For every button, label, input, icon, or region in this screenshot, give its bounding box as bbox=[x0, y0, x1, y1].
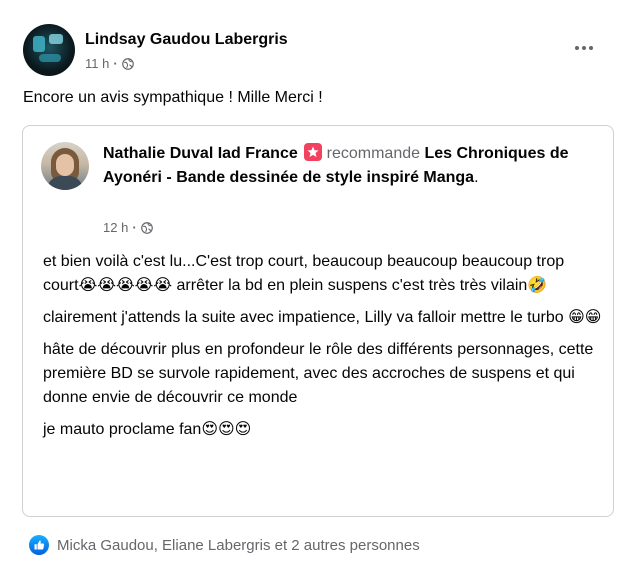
review-text: arrêter la bd en plein suspens c'est trè… bbox=[172, 277, 528, 294]
more-icon bbox=[575, 46, 579, 50]
reviewer-name[interactable]: Nathalie Duval Iad France bbox=[103, 145, 298, 162]
author-avatar[interactable] bbox=[23, 24, 75, 76]
review-paragraph: et bien voilà c'est lu...C'est trop cour… bbox=[43, 250, 603, 298]
shared-review-card[interactable]: Nathalie Duval Iad France recommande Les… bbox=[22, 125, 614, 517]
post-header: Lindsay Gaudou Labergris 11 h · bbox=[23, 24, 610, 76]
review-body: et bien voilà c'est lu...C'est trop cour… bbox=[43, 250, 603, 450]
post-timestamp[interactable]: 11 h bbox=[85, 56, 109, 71]
reactions-text: Micka Gaudou, Eliane Labergris et 2 autr… bbox=[57, 536, 420, 554]
review-paragraph: hâte de découvrir plus en profondeur le … bbox=[43, 338, 603, 410]
recommend-icon bbox=[304, 143, 323, 161]
globe-icon[interactable] bbox=[121, 57, 134, 70]
post-text: Encore un avis sympathique ! Mille Merci… bbox=[23, 89, 323, 106]
review-paragraph: je mauto proclame fan😍😍😍 bbox=[43, 418, 603, 442]
reactions-summary[interactable]: Micka Gaudou, Eliane Labergris et 2 autr… bbox=[29, 535, 420, 555]
laughing-emoji: 🤣 bbox=[527, 277, 548, 294]
review-meta: 12 h · bbox=[103, 220, 153, 235]
like-icon bbox=[29, 535, 49, 555]
facebook-post: Lindsay Gaudou Labergris 11 h · Encore u… bbox=[0, 0, 626, 572]
review-text: hâte de découvrir plus en profondeur le … bbox=[43, 341, 594, 406]
review-paragraph: clairement j'attends la suite avec impat… bbox=[43, 306, 603, 330]
reviewer-avatar[interactable] bbox=[41, 142, 89, 190]
more-options-button[interactable] bbox=[566, 34, 602, 62]
globe-icon[interactable] bbox=[140, 221, 153, 234]
meta-separator: · bbox=[113, 56, 118, 71]
review-timestamp[interactable]: 12 h bbox=[103, 220, 128, 235]
meta-separator: · bbox=[132, 220, 137, 235]
post-meta: 11 h · bbox=[85, 56, 134, 71]
heart-eyes-emoji-group: 😍😍😍 bbox=[201, 421, 252, 438]
review-text: clairement j'attends la suite avec impat… bbox=[43, 309, 569, 326]
review-headline: Nathalie Duval Iad France recommande Les… bbox=[103, 142, 593, 190]
page-title-end: . bbox=[474, 169, 479, 186]
review-text: je mauto proclame fan bbox=[43, 421, 202, 438]
recommend-action: recommande bbox=[326, 145, 421, 162]
crying-emoji-group: 😭😭😭😭😭 bbox=[78, 277, 173, 294]
author-name[interactable]: Lindsay Gaudou Labergris bbox=[85, 31, 288, 49]
grin-emoji-group: 😁😁 bbox=[568, 309, 602, 326]
